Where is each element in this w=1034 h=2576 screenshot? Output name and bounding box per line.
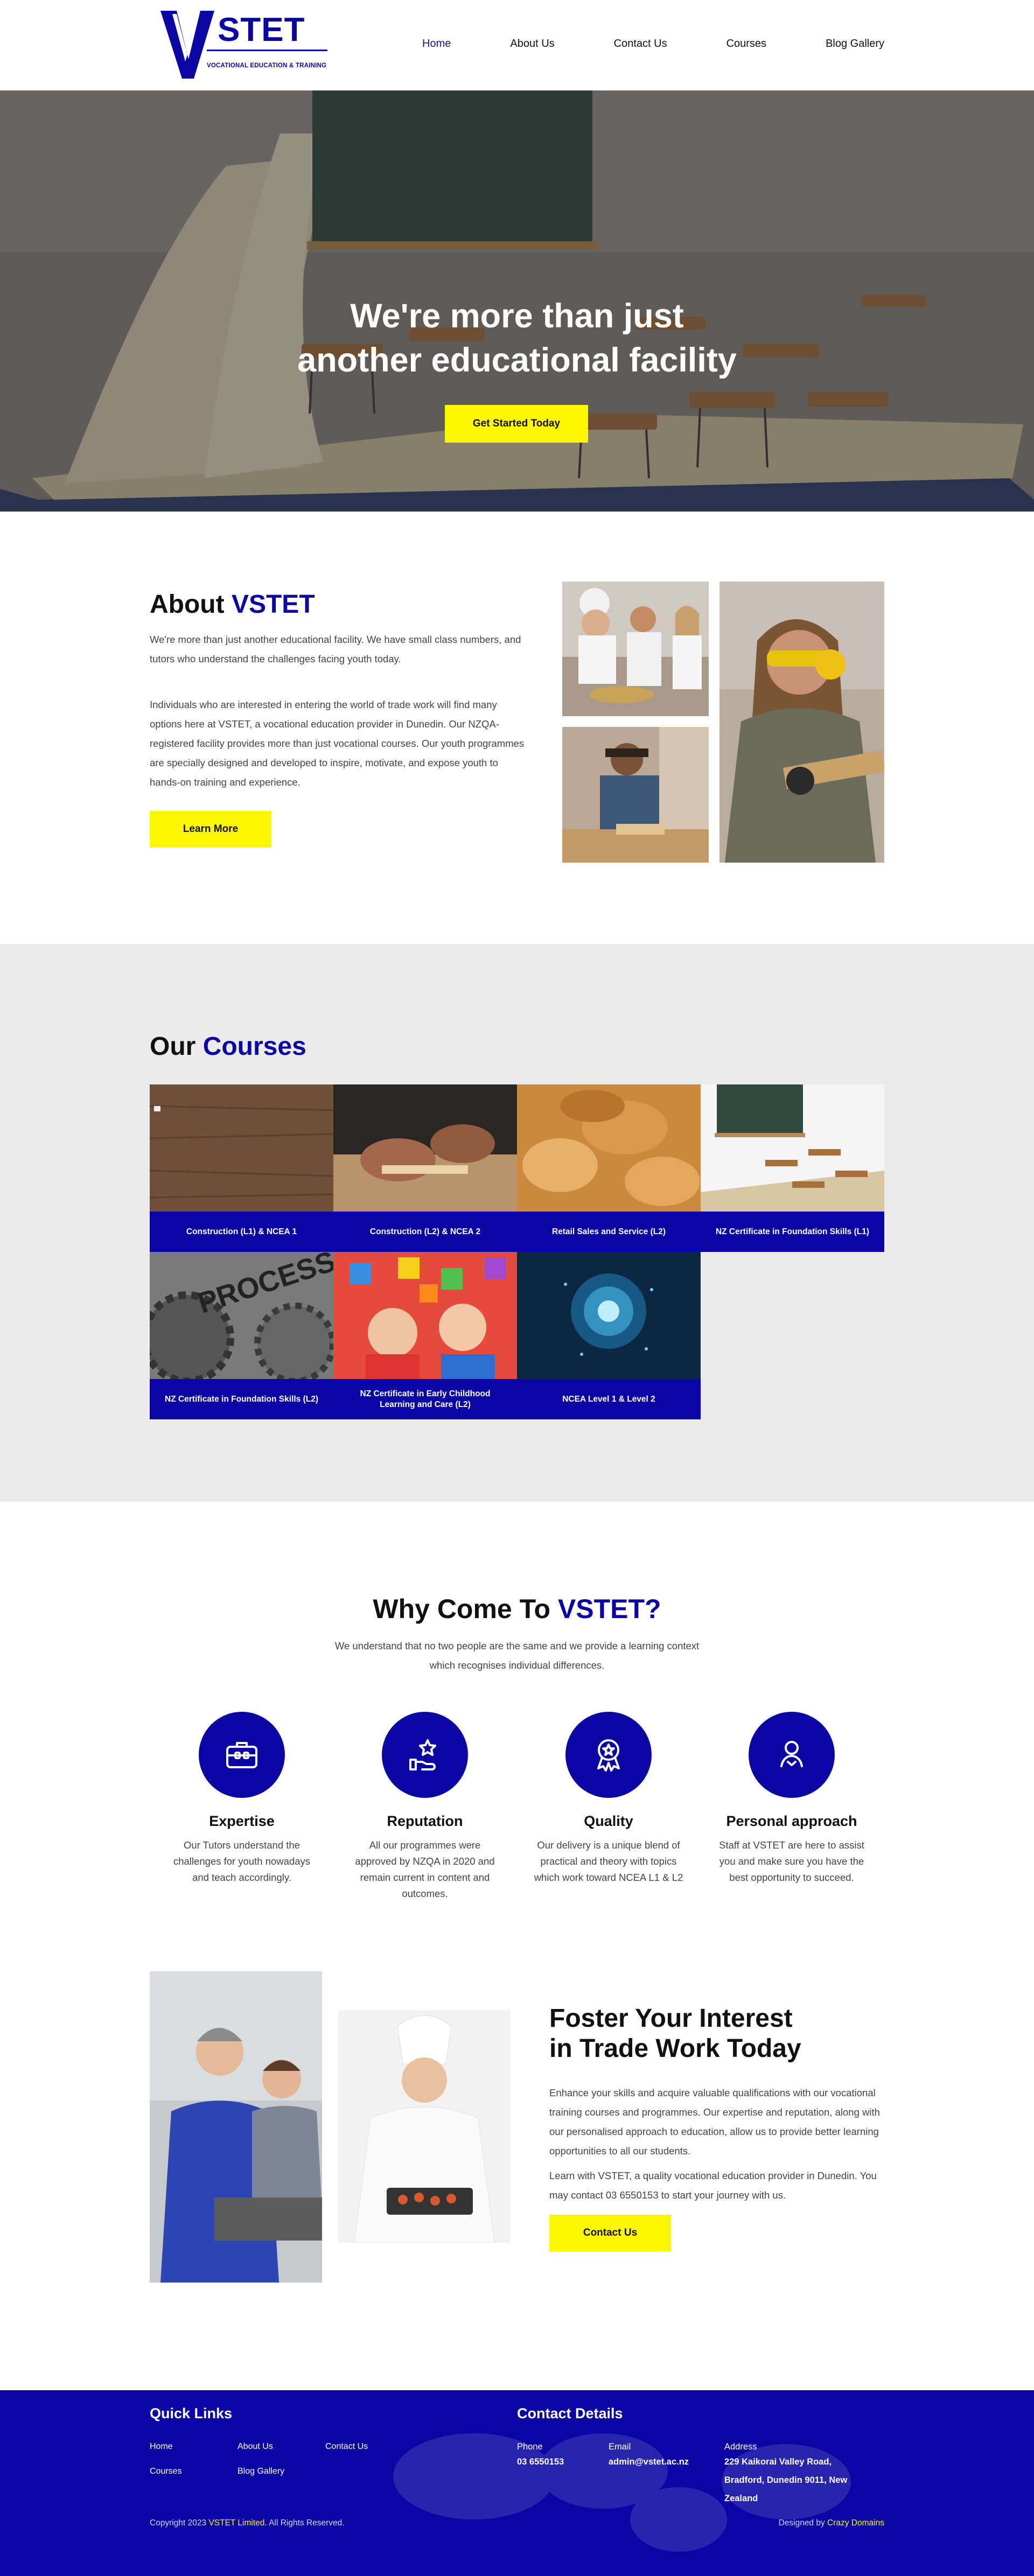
quick-links-title: Quick Links: [150, 2405, 233, 2421]
bread-loaves-image: [517, 1084, 701, 1212]
about-paragraph-2: Individuals who are interested in enteri…: [150, 699, 525, 788]
designer-link[interactable]: Crazy Domains: [827, 2518, 884, 2528]
pastry-chef-photo: [338, 2010, 511, 2243]
why-title-accent: VSTET?: [557, 1594, 661, 1624]
feature-expertise: Expertise Our Tutors understand the chal…: [166, 1712, 317, 1886]
nav-home[interactable]: Home: [422, 38, 451, 50]
hand-star-icon: [382, 1712, 468, 1798]
main-nav: Home About Us Contact Us Courses Blog Ga…: [363, 38, 884, 50]
mechanic-training-photo: [150, 1971, 322, 2283]
footer-link-courses[interactable]: Courses: [150, 2467, 182, 2476]
about-title-accent: VSTET: [231, 590, 315, 619]
copyright: Copyright 2023 VSTET Limited. All Rights…: [150, 2518, 345, 2528]
woman-sawing-photo: [719, 582, 884, 863]
courses-title: Our Courses: [150, 1032, 306, 1061]
brand-logo[interactable]: STET VOCATIONAL EDUCATION & TRAINING: [160, 10, 333, 80]
feature-title: Quality: [584, 1813, 633, 1829]
logo-tagline: VOCATIONAL EDUCATION & TRAINING: [207, 62, 327, 69]
hero-title-line1: We're more than just: [350, 297, 684, 335]
course-label: Construction (L1) & NCEA 1: [150, 1212, 333, 1252]
address-label: Address: [724, 2442, 757, 2452]
logo-divider: [207, 50, 327, 51]
why-title: Why Come To VSTET?: [373, 1594, 661, 1624]
learn-more-button[interactable]: Learn More: [150, 811, 271, 848]
copyright-brand[interactable]: VSTET Limited.: [208, 2518, 267, 2528]
course-label: NZ Certificate in Early Childhood Learni…: [333, 1379, 517, 1419]
phone-value[interactable]: 03 6550153: [517, 2453, 564, 2471]
logo-v-mark: [160, 11, 214, 79]
courses-title-accent: Courses: [202, 1032, 306, 1061]
footer-link-about-us[interactable]: About Us: [237, 2442, 273, 2452]
course-card[interactable]: NCEA Level 1 & Level 2: [517, 1252, 701, 1419]
course-card[interactable]: Construction (L2) & NCEA 2: [333, 1084, 517, 1252]
course-card[interactable]: Retail Sales and Service (L2): [517, 1084, 701, 1252]
courses-section: Our Courses Construction (L1) & NCEA 1 C…: [0, 944, 1034, 1502]
hero-title-line2: another educational facility: [297, 341, 737, 379]
course-label: NZ Certificate in Foundation Skills (L2): [150, 1379, 333, 1419]
email-value[interactable]: admin@vstet.ac.nz: [609, 2453, 689, 2471]
get-started-button[interactable]: Get Started Today: [445, 405, 588, 443]
course-card[interactable]: Construction (L1) & NCEA 1: [150, 1084, 333, 1252]
process-gears-image: PROCESS: [150, 1252, 333, 1379]
course-card[interactable]: NZ Certificate in Early Childhood Learni…: [333, 1252, 517, 1419]
why-section: Why Come To VSTET? We understand that no…: [0, 1502, 1034, 1971]
feature-reputation: Reputation All our programmes were appro…: [350, 1712, 500, 1902]
feature-text: All our programmes were approved by NZQA…: [355, 1839, 495, 1899]
course-card[interactable]: PROCESS NZ Certificate in Foundation Ski…: [150, 1252, 333, 1419]
woodwork-student-photo: [562, 727, 709, 863]
feature-text: Our Tutors understand the challenges for…: [173, 1839, 311, 1883]
contact-details-title: Contact Details: [517, 2405, 623, 2421]
course-label: NZ Certificate in Foundation Skills (L1): [701, 1212, 884, 1252]
hero-section: We're more than just another educational…: [0, 90, 1034, 512]
phone-label: Phone: [517, 2442, 543, 2452]
why-intro: We understand that no two people are the…: [334, 1640, 700, 1671]
chefs-photo: [562, 582, 709, 716]
feature-title: Reputation: [387, 1813, 463, 1829]
nav-about-us[interactable]: About Us: [510, 38, 554, 50]
course-card[interactable]: NZ Certificate in Foundation Skills (L1): [701, 1084, 884, 1252]
contact-us-button[interactable]: Contact Us: [549, 2215, 671, 2251]
site-header: STET VOCATIONAL EDUCATION & TRAINING Hom…: [0, 0, 1034, 90]
footer-link-blog-gallery[interactable]: Blog Gallery: [237, 2467, 284, 2476]
site-footer: Quick Links Home About Us Contact Us Cou…: [0, 2390, 1034, 2576]
person-support-icon: [749, 1712, 835, 1798]
feature-title: Personal approach: [726, 1813, 857, 1829]
designed-by: Designed by Crazy Domains: [778, 2518, 884, 2528]
foster-title: Foster Your Interest in Trade Work Today: [549, 2004, 801, 2063]
course-label: Retail Sales and Service (L2): [517, 1212, 701, 1252]
course-label: NCEA Level 1 & Level 2: [517, 1379, 701, 1419]
about-title: About VSTET: [150, 590, 315, 619]
foster-paragraph-1: Enhance your skills and acquire valuable…: [549, 2087, 880, 2157]
foster-section: Foster Your Interest in Trade Work Today …: [0, 1971, 1034, 2390]
wood-texture-image: [150, 1084, 333, 1212]
award-ribbon-icon: [565, 1712, 652, 1798]
email-label: Email: [609, 2442, 631, 2452]
about-section: About VSTET We're more than just another…: [0, 512, 1034, 944]
briefcase-icon: [199, 1712, 285, 1798]
carpentry-hands-image: [333, 1084, 517, 1212]
book-classroom-image: [701, 1084, 884, 1212]
feature-text: Our delivery is a unique blend of practi…: [534, 1839, 683, 1883]
footer-link-home[interactable]: Home: [150, 2442, 173, 2452]
feature-title: Expertise: [209, 1813, 275, 1829]
address-value: 229 Kaikorai Valley Road, Bradford, Dune…: [724, 2457, 848, 2503]
nav-blog-gallery[interactable]: Blog Gallery: [826, 38, 884, 50]
nav-courses[interactable]: Courses: [726, 38, 766, 50]
feature-personal-approach: Personal approach Staff at VSTET are her…: [716, 1712, 867, 1886]
hero-title: We're more than just another educational…: [0, 294, 1034, 382]
nav-contact-us[interactable]: Contact Us: [614, 38, 667, 50]
feature-quality: Quality Our delivery is a unique blend o…: [533, 1712, 684, 1886]
foster-paragraph-2: Learn with VSTET, a quality vocational e…: [549, 2170, 877, 2201]
digital-brain-image: [517, 1252, 701, 1379]
children-blocks-image: [333, 1252, 517, 1379]
feature-text: Staff at VSTET are here to assist you an…: [719, 1839, 864, 1883]
about-paragraph-1: We're more than just another educational…: [150, 634, 521, 664]
course-label: Construction (L2) & NCEA 2: [333, 1212, 517, 1252]
logo-name: STET: [218, 11, 305, 48]
footer-link-contact-us[interactable]: Contact Us: [325, 2442, 368, 2452]
